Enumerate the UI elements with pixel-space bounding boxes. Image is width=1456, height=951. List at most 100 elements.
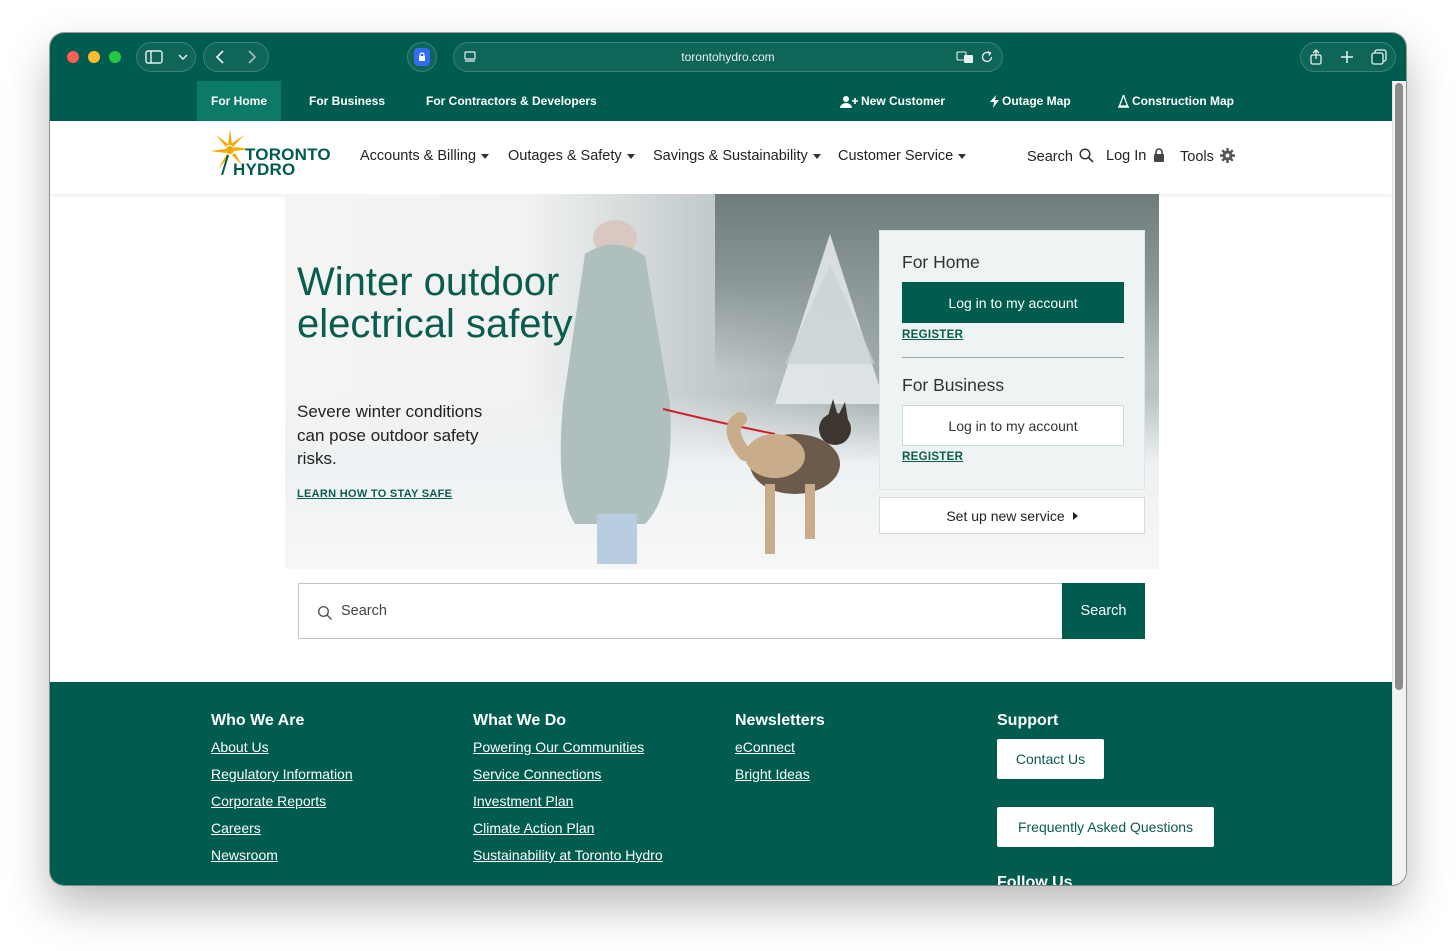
nav-search[interactable]: Search — [1027, 148, 1094, 165]
contact-us-button[interactable]: Contact Us — [997, 739, 1104, 779]
search-button[interactable]: Search — [1062, 583, 1145, 639]
url-text: torontohydro.com — [681, 50, 775, 64]
new-customer-link[interactable]: New Customer — [840, 81, 945, 121]
home-register-link[interactable]: REGISTER — [902, 329, 963, 341]
tab-for-home[interactable]: For Home — [197, 81, 282, 121]
footer-link[interactable]: Regulatory Information — [211, 765, 353, 792]
caret-down-icon — [812, 153, 821, 159]
scrollbar-thumb[interactable] — [1395, 83, 1403, 690]
footer-link[interactable]: Corporate Reports — [211, 792, 353, 819]
footer-link[interactable]: Service Connections — [473, 765, 663, 792]
nav-outages-safety[interactable]: Outages & Safety — [508, 148, 635, 164]
browser-window: torontohydro.com For Home For Business F… — [50, 33, 1406, 885]
add-user-icon — [840, 96, 858, 109]
main-nav: TORONTO HYDRO Accounts & Billing Outages… — [50, 121, 1392, 194]
lock-icon — [1154, 148, 1165, 162]
password-manager-button[interactable] — [407, 42, 437, 72]
search-icon — [1079, 148, 1094, 163]
footer-link[interactable]: Careers — [211, 819, 353, 846]
nav-savings-sustainability[interactable]: Savings & Sustainability — [653, 148, 821, 164]
footer-heading: Newsletters — [735, 712, 825, 729]
footer-link[interactable]: Powering Our Communities — [473, 738, 663, 765]
sidebar-toggle-group[interactable] — [136, 42, 196, 72]
tab-for-contractors[interactable]: For Contractors & Developers — [426, 81, 597, 121]
page-menu-icon[interactable] — [462, 49, 478, 65]
footer-link[interactable]: Climate Action Plan — [473, 819, 663, 846]
new-tab-icon[interactable] — [1340, 50, 1354, 64]
site-search-field[interactable]: Search — [298, 583, 1064, 639]
shield-lock-icon — [414, 48, 430, 66]
chevron-down-icon — [177, 54, 188, 61]
footer-link[interactable]: About Us — [211, 738, 353, 765]
nav-customer-service[interactable]: Customer Service — [838, 148, 967, 164]
site-footer: Who We Are About Us Regulatory Informati… — [50, 682, 1392, 885]
faq-button[interactable]: Frequently Asked Questions — [997, 807, 1214, 847]
nav-customer-service-label: Customer Service — [838, 148, 954, 164]
caret-down-icon — [626, 153, 635, 159]
caret-down-icon — [958, 153, 967, 159]
toronto-hydro-logo[interactable]: TORONTO HYDRO — [210, 129, 335, 179]
footer-link[interactable]: Sustainability at Toronto Hydro — [473, 846, 663, 873]
learn-stay-safe-link[interactable]: LEARN HOW TO STAY SAFE — [297, 488, 452, 500]
card-divider — [902, 357, 1124, 358]
home-login-button[interactable]: Log in to my account — [902, 282, 1124, 323]
business-register-link[interactable]: REGISTER — [902, 451, 963, 463]
forward-icon[interactable] — [247, 50, 257, 64]
arrow-right-icon — [1072, 511, 1078, 520]
nav-tools[interactable]: Tools — [1180, 148, 1235, 165]
for-home-heading: For Home — [902, 252, 980, 272]
footer-heading: Support — [997, 712, 1059, 729]
reload-icon[interactable] — [980, 50, 994, 64]
tab-overview-icon[interactable] — [1370, 49, 1387, 65]
footer-col-newsletters: Newsletters eConnect Bright Ideas — [735, 712, 825, 792]
setup-new-service-label: Set up new service — [946, 507, 1065, 524]
nav-tools-label: Tools — [1180, 149, 1214, 165]
footer-link[interactable]: Newsroom — [211, 846, 353, 873]
hero-title: Winter outdoor electrical safety — [297, 260, 573, 346]
login-card: For Home Log in to my account REGISTER F… — [879, 230, 1145, 490]
hero-subtitle: Severe winter conditions can pose outdoo… — [297, 402, 483, 468]
footer-link[interactable]: Bright Ideas — [735, 765, 825, 792]
for-business-heading: For Business — [902, 375, 1005, 395]
construction-map-link[interactable]: Construction Map — [1118, 81, 1234, 121]
lightning-icon — [990, 95, 999, 109]
footer-col-support: Support — [997, 712, 1058, 738]
nav-outages-safety-label: Outages & Safety — [508, 148, 622, 164]
footer-heading: What We Do — [473, 712, 567, 729]
translate-icon[interactable] — [956, 50, 974, 64]
browser-toolbar: torontohydro.com — [50, 33, 1406, 81]
outage-map-link[interactable]: Outage Map — [990, 81, 1071, 121]
share-icon[interactable] — [1309, 49, 1323, 65]
hero-banner: Winter outdoor electrical safety Severe … — [285, 194, 1159, 569]
nav-search-label: Search — [1027, 149, 1073, 165]
nav-login[interactable]: Log In — [1106, 148, 1165, 164]
back-icon[interactable] — [215, 50, 225, 64]
footer-col-who-we-are: Who We Are About Us Regulatory Informati… — [211, 712, 353, 873]
setup-new-service-button[interactable]: Set up new service — [879, 497, 1145, 534]
nav-login-label: Log In — [1106, 148, 1147, 164]
new-customer-label: New Customer — [861, 94, 946, 108]
footer-col-what-we-do: What We Do Powering Our Communities Serv… — [473, 712, 663, 873]
zoom-window-button[interactable] — [109, 51, 121, 63]
tab-for-business[interactable]: For Business — [309, 81, 385, 121]
nav-savings-label: Savings & Sustainability — [653, 148, 808, 164]
construction-map-label: Construction Map — [1132, 94, 1234, 108]
search-icon — [317, 605, 333, 621]
logo-line-2: HYDRO — [233, 160, 296, 179]
sidebar-icon — [144, 50, 163, 64]
nav-accounts-billing[interactable]: Accounts & Billing — [360, 148, 490, 164]
footer-heading: Who We Are — [211, 712, 305, 729]
window-actions-group — [1300, 42, 1396, 72]
address-bar[interactable]: torontohydro.com — [453, 42, 1003, 72]
footer-link[interactable]: Investment Plan — [473, 792, 663, 819]
footer-link[interactable]: eConnect — [735, 738, 825, 765]
cone-icon — [1118, 95, 1129, 109]
search-input-placeholder: Search — [341, 603, 387, 619]
minimize-window-button[interactable] — [88, 51, 100, 63]
close-window-button[interactable] — [67, 51, 79, 63]
caret-down-icon — [481, 153, 490, 159]
business-login-button[interactable]: Log in to my account — [902, 405, 1124, 446]
gear-icon — [1219, 148, 1235, 163]
audience-nav: For Home For Business For Contractors & … — [50, 81, 1392, 121]
history-nav-group — [203, 42, 269, 72]
